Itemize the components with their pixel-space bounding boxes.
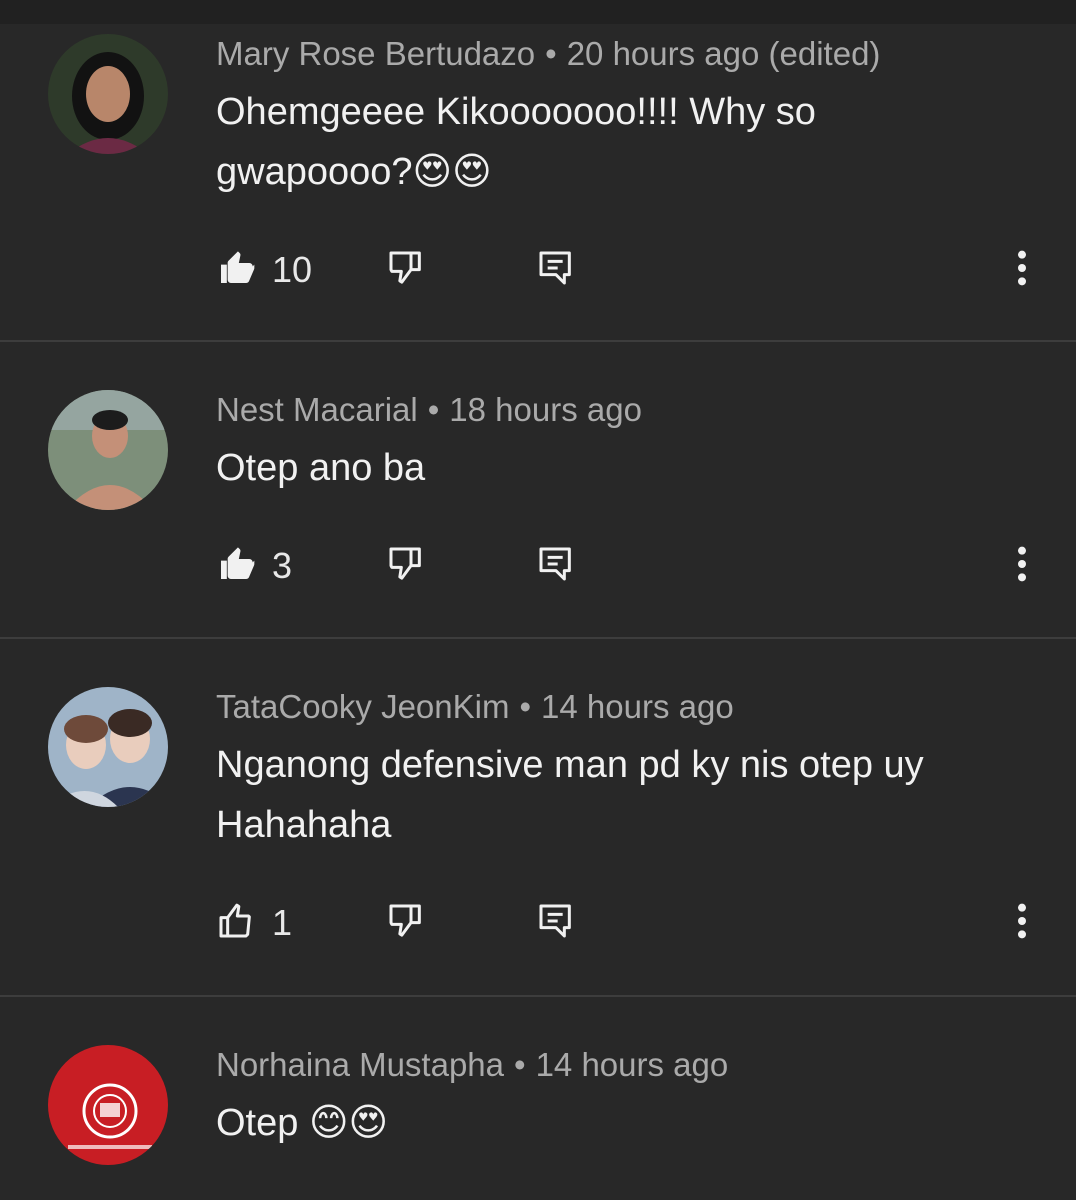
more-vertical-icon [1008,248,1036,293]
separator: • [519,688,532,725]
dislike-button[interactable] [386,544,426,588]
comment-meta: TataCooky JeonKim • 14 hours ago [216,687,734,727]
author-name[interactable]: Norhaina Mustapha [216,1046,504,1083]
thumbs-down-icon [386,901,426,946]
comment-meta: Mary Rose Bertudazo • 20 hours ago (edited… [216,34,880,74]
comment-meta: Norhaina Mustapha • 14 hours ago [216,1045,728,1085]
dislike-button[interactable] [386,901,426,945]
more-vertical-icon [1008,901,1036,946]
more-options-button[interactable] [1008,544,1036,588]
comment-text-line: Hahahaha [216,804,392,846]
timestamp[interactable]: 14 hours ago [536,1046,729,1083]
comment-item: Mary Rose Bertudazo • 20 hours ago (edited… [0,0,1076,340]
more-vertical-icon [1008,544,1036,589]
like-button[interactable]: 3 [216,544,292,588]
comment-text-line: Ohemgeeee Kikooooooo!!!! Why so [216,91,816,133]
more-options-button[interactable] [1008,901,1036,945]
timestamp[interactable]: 18 hours ago [449,391,642,428]
more-options-button[interactable] [1008,248,1036,292]
author-name[interactable]: TataCooky JeonKim [216,688,509,725]
like-count: 3 [272,545,293,586]
comment-text-line: gwapoooo?😍😍 [216,151,492,193]
comment-text-line: Otep 😊😍 [216,1102,389,1144]
avatar[interactable] [48,34,168,154]
comment-item: TataCooky JeonKim • 14 hours ago Nganong d… [0,639,1076,995]
comment-text: Otep 😊😍 [216,1093,1016,1153]
comment-text-line: Otep ano ba [216,447,426,489]
like-button[interactable]: 1 [216,901,292,945]
comment-text-line: Nganong defensive man pd ky nis otep uy [216,744,924,786]
separator: • [545,35,557,72]
reply-icon [536,248,576,293]
timestamp[interactable]: 14 hours ago [541,688,734,725]
comment-text: Otep ano ba [216,438,1016,498]
avatar[interactable] [48,687,168,807]
avatar[interactable] [48,390,168,510]
comment-text: Nganong defensive man pd ky nis otep uy … [216,735,1016,855]
timestamp[interactable]: 20 hours ago (edited) [567,35,881,72]
like-count: 10 [272,249,313,290]
dislike-button[interactable] [386,248,426,292]
separator: • [514,1046,526,1083]
thumbs-down-icon [386,248,426,293]
reply-button[interactable] [536,248,576,292]
thumbs-up-outline-icon [216,901,256,946]
like-button[interactable]: 10 [216,248,312,292]
avatar[interactable] [48,1045,168,1165]
comment-item: Norhaina Mustapha • 14 hours ago Otep 😊😍 [0,997,1076,1200]
author-name[interactable]: Mary Rose Bertudazo [216,35,535,72]
comment-item: Nest Macarial • 18 hours ago Otep ano ba 3 [0,342,1076,638]
separator: • [427,391,440,428]
comment-text: Ohemgeeee Kikooooooo!!!! Why so gwapoooo… [216,82,1016,202]
author-name[interactable]: Nest Macarial [216,391,418,428]
reply-button[interactable] [536,901,576,945]
comment-meta: Nest Macarial • 18 hours ago [216,390,642,430]
reply-icon [536,901,576,946]
reply-button[interactable] [536,544,576,588]
thumbs-down-icon [386,544,426,589]
thumbs-up-icon [216,248,256,293]
reply-icon [536,544,576,589]
like-count: 1 [272,902,293,943]
thumbs-up-icon [216,544,256,589]
